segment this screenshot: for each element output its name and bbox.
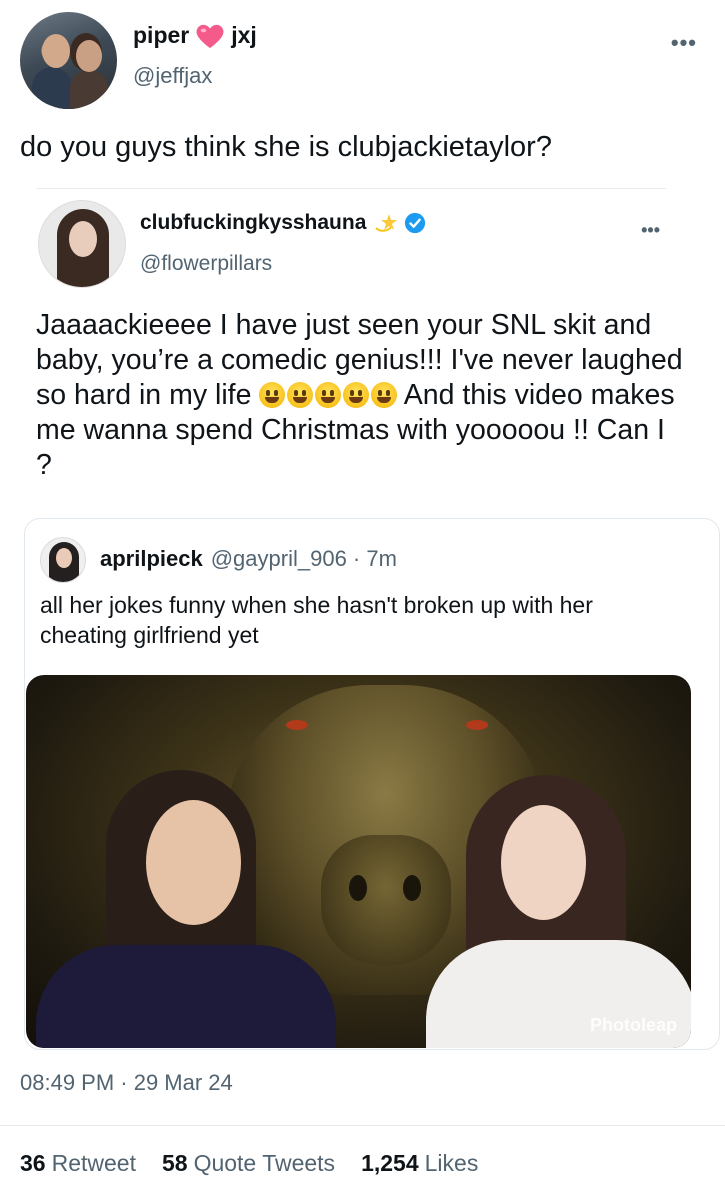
quotes-stat[interactable]: 58 Quote Tweets — [162, 1150, 335, 1177]
grin-icon — [343, 382, 370, 408]
dizzy-star-icon — [375, 214, 398, 232]
retweets-count: 36 — [20, 1150, 46, 1176]
tweet-stats: 36 Retweet 58 Quote Tweets 1,254 Likes — [20, 1150, 478, 1177]
divider — [36, 188, 666, 189]
tweet-text: do you guys think she is clubjackietaylo… — [20, 131, 552, 163]
tweet: piper jxj @jeffjax ••• do you guys think… — [0, 0, 725, 1200]
joy-icon — [315, 382, 342, 408]
emoji-row — [259, 382, 398, 408]
retweets-label: Retweet — [51, 1150, 136, 1176]
person-left — [36, 770, 336, 1048]
author-avatar[interactable] — [20, 12, 117, 109]
quoted-author-handle: @flowerpillars — [140, 252, 273, 275]
retweets-stat[interactable]: 36 Retweet — [20, 1150, 136, 1177]
quoted-author-name-text: clubfuckingkysshauna — [140, 211, 367, 234]
nested-author-avatar — [40, 537, 86, 583]
quoted-author-name: clubfuckingkysshauna — [140, 211, 426, 235]
beaming-icon — [371, 382, 398, 408]
author-name-part1: piper — [133, 22, 190, 48]
nested-author-header: aprilpieck @gaypril_906 · 7m — [100, 546, 397, 572]
quoted-more-icon: ••• — [641, 220, 660, 240]
likes-label: Likes — [424, 1150, 479, 1176]
nested-author-handle-time: @gaypril_906 · 7m — [210, 546, 397, 571]
likes-count: 1,254 — [361, 1150, 419, 1176]
author-handle[interactable]: @jeffjax — [133, 63, 212, 89]
photoleap-watermark: Photoleap — [589, 1015, 677, 1035]
quotes-count: 58 — [161, 1150, 188, 1176]
more-options-icon[interactable]: ••• — [671, 30, 697, 56]
quoted-tweet-text: Jaaaackieeee I have just seen your SNL s… — [36, 308, 686, 483]
author-name-part2: jxj — [231, 22, 257, 48]
author-display-name[interactable]: piper jxj — [133, 22, 257, 49]
nested-media-image: Photoleap — [26, 675, 691, 1048]
tweet-timestamp[interactable]: 08:49 PM · 29 Mar 24 — [20, 1070, 233, 1096]
pink-heart-icon — [196, 24, 224, 48]
quoted-author-avatar — [38, 200, 126, 288]
verified-badge-icon — [405, 212, 426, 234]
smiley-icon — [259, 382, 286, 408]
person-right — [406, 770, 691, 1048]
likes-stat[interactable]: 1,254 Likes — [361, 1150, 478, 1177]
quotes-label: Quote Tweets — [193, 1150, 336, 1176]
rofl-icon — [287, 382, 314, 408]
nested-author-name: aprilpieck — [100, 546, 203, 571]
nested-tweet-text: all her jokes funny when she hasn't brok… — [40, 592, 593, 648]
divider — [0, 1125, 725, 1126]
